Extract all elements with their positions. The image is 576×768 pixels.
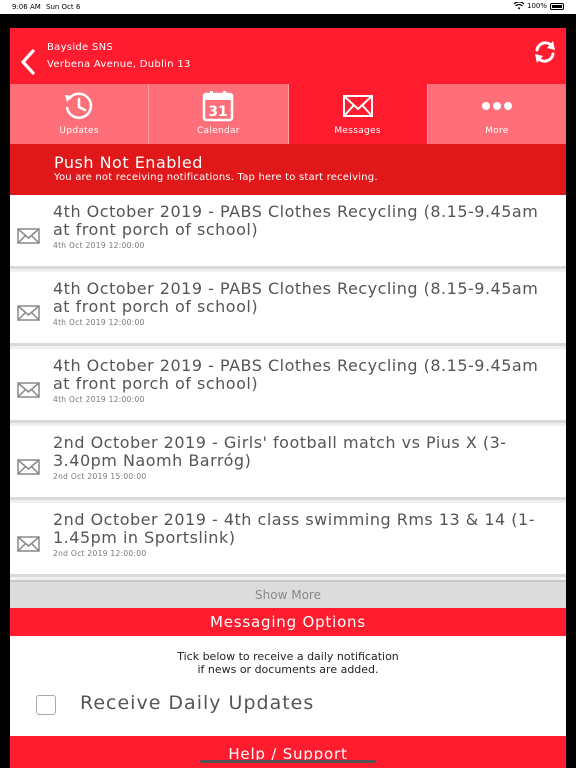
calendar-day: 31 — [209, 104, 228, 120]
tab-label: More — [485, 126, 509, 136]
daily-updates-label[interactable]: Receive Daily Updates — [80, 692, 314, 714]
clock-refresh-icon — [65, 92, 93, 119]
push-not-enabled-banner[interactable]: Push Not Enabled You are not receiving n… — [10, 144, 566, 195]
wifi-icon — [513, 2, 524, 10]
home-indicator — [200, 760, 376, 763]
message-title: 4th October 2019 - PABS Clothes Recyclin… — [53, 356, 539, 393]
help-support-header[interactable]: Help / Support — [10, 736, 566, 768]
message-date: 2nd Oct 2019 12:00:00 — [53, 549, 147, 558]
message-title: 2nd October 2019 - Girls' football match… — [53, 433, 507, 470]
tab-label: Messages — [334, 126, 381, 136]
show-more-button[interactable]: Show More — [10, 580, 566, 608]
battery-icon — [550, 2, 564, 10]
options-description: Tick below to receive a daily notificati… — [10, 650, 566, 676]
tab-more[interactable]: More — [427, 84, 566, 144]
tab-calendar[interactable]: 31 Calendar — [149, 84, 289, 144]
header-bar: Bayside SNS Verbena Avenue, Dublin 13 — [10, 28, 566, 84]
push-banner-subtitle: You are not receiving notifications. Tap… — [54, 172, 378, 183]
message-title: 2nd October 2019 - 4th class swimming Rm… — [53, 510, 535, 547]
mail-icon — [17, 305, 40, 321]
refresh-icon[interactable] — [532, 40, 558, 64]
mail-icon — [17, 382, 40, 398]
status-right: 100% — [513, 2, 564, 10]
message-title: 4th October 2019 - PABS Clothes Recyclin… — [53, 279, 539, 316]
messaging-options-panel: Tick below to receive a daily notificati… — [10, 636, 566, 736]
status-time: 9:06 AM — [12, 3, 41, 11]
school-address: Verbena Avenue, Dublin 13 — [47, 59, 191, 70]
app-window: Bayside SNS Verbena Avenue, Dublin 13 Up… — [10, 28, 566, 768]
status-date: Sun Oct 6 — [46, 3, 81, 11]
back-chevron-icon[interactable] — [18, 48, 38, 76]
tab-label: Calendar — [196, 126, 240, 136]
battery-percent: 100% — [526, 2, 547, 10]
message-item[interactable]: 4th October 2019 - PABS Clothes Recyclin… — [10, 195, 566, 269]
message-item[interactable]: 2nd October 2019 - 4th class swimming Rm… — [10, 503, 566, 577]
tab-bar: Updates 31 Calendar Messages More — [10, 84, 566, 144]
mail-icon — [17, 536, 40, 552]
mail-icon — [17, 459, 40, 475]
message-item[interactable]: 4th October 2019 - PABS Clothes Recyclin… — [10, 272, 566, 346]
message-item[interactable]: 2nd October 2019 - Girls' football match… — [10, 426, 566, 500]
tab-updates[interactable]: Updates — [10, 84, 150, 144]
more-dots-icon — [481, 102, 512, 110]
message-item[interactable]: 4th October 2019 - PABS Clothes Recyclin… — [10, 349, 566, 423]
message-date: 2nd Oct 2019 15:00:00 — [53, 472, 147, 481]
options-description-line: Tick below to receive a daily notificati… — [177, 650, 399, 663]
message-date: 4th Oct 2019 12:00:00 — [53, 318, 145, 327]
school-name: Bayside SNS — [47, 42, 114, 53]
message-date: 4th Oct 2019 12:00:00 — [53, 241, 145, 250]
tab-messages[interactable]: Messages — [288, 84, 428, 144]
status-bar: 9:06 AM Sun Oct 6 100% — [0, 0, 576, 14]
tab-label: Updates — [59, 126, 99, 136]
messaging-options-header: Messaging Options — [10, 608, 566, 636]
push-banner-title: Push Not Enabled — [54, 153, 203, 172]
envelope-icon — [342, 95, 373, 117]
message-date: 4th Oct 2019 12:00:00 — [53, 395, 145, 404]
message-title: 4th October 2019 - PABS Clothes Recyclin… — [53, 202, 539, 239]
options-description-line: if news or documents are added. — [197, 663, 379, 676]
mail-icon — [17, 228, 40, 244]
calendar-icon: 31 — [203, 91, 234, 122]
daily-updates-checkbox[interactable] — [36, 695, 56, 715]
